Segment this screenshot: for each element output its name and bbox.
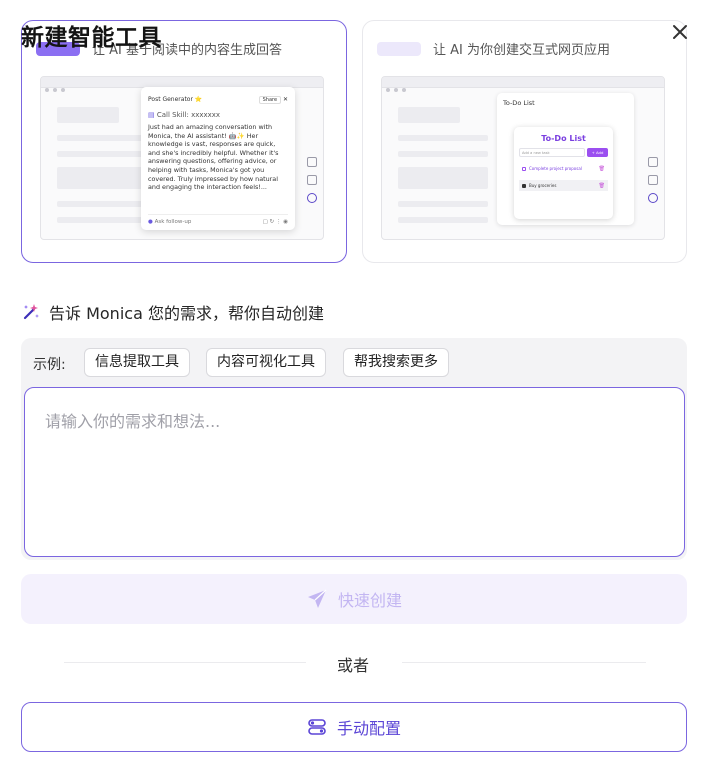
todo-heading: To-Do List [541, 134, 586, 143]
example-chip-info-extraction[interactable]: 信息提取工具 [84, 348, 190, 377]
quick-create-label: 快速创建 [337, 591, 402, 610]
post-generator-popup: Post Generator ⭐ Share ✕ ▤ Call Skill: x… [141, 87, 295, 230]
generated-post-text: Just had an amazing conversation with Mo… [148, 123, 279, 192]
send-icon [307, 589, 327, 608]
monica-icon [648, 193, 658, 203]
checkbox-icon [522, 167, 526, 171]
monica-icon [307, 193, 317, 203]
todo-app-card: To-Do List Add a new task + Add Complete… [514, 127, 613, 219]
example-chip-content-visualization[interactable]: 内容可视化工具 [206, 348, 326, 377]
examples-panel: 示例: 信息提取工具 内容可视化工具 帮我搜索更多 [21, 338, 687, 560]
footer-actions-icon: ▢ ↻ ⋮ ◉ [262, 219, 288, 225]
todo-app-window: To-Do List To-Do List Add a new task + A… [497, 93, 634, 225]
card-header: 让 AI 为你创建交互式网页应用 [377, 39, 610, 59]
dialog-title: 新建智能工具 [21, 25, 162, 51]
grid-icon [648, 175, 658, 185]
call-skill-label: ▤ Call Skill: xxxxxxx [148, 111, 221, 119]
tool-type-card-web-app[interactable]: 让 AI 为你创建交互式网页应用 To-Do List To-Do List A… [362, 20, 687, 263]
grid-icon [307, 175, 317, 185]
close-icon: ✕ [282, 95, 288, 103]
screenshot-icon [648, 157, 658, 167]
popup-title: Post Generator ⭐ [148, 95, 203, 103]
card-badge [377, 41, 421, 56]
task-input: Add a new task [519, 148, 585, 157]
todo-item: Buy groceries 🗑 [519, 180, 608, 191]
browser-bar [382, 77, 664, 92]
share-button: Share [258, 95, 282, 104]
ai-create-heading: 告诉 Monica 您的需求，帮你自动创建 [21, 301, 324, 323]
divider-right [402, 662, 646, 663]
magic-wand-icon [23, 304, 39, 320]
chat-icon: ● [148, 219, 153, 225]
window-title: To-Do List [503, 99, 535, 107]
screenshot-icon [307, 157, 317, 167]
new-tool-dialog: 新建智能工具 让 AI 基于阅读中的内容生成回答 Post Generator … [0, 0, 712, 776]
sidebar-toolbar [307, 157, 319, 211]
example-chip-search-more[interactable]: 帮我搜索更多 [343, 348, 449, 377]
settings-toggle-icon [308, 719, 326, 735]
popup-footer: ● Ask follow-up ▢ ↻ ⋮ ◉ [148, 214, 288, 225]
reading-assistant-preview: Post Generator ⭐ Share ✕ ▤ Call Skill: x… [40, 76, 324, 240]
close-button[interactable] [668, 20, 692, 44]
add-task-button: + Add [587, 148, 608, 157]
trash-icon: 🗑 [598, 165, 605, 172]
trash-icon: 🗑 [598, 182, 605, 189]
or-separator: 或者 [337, 656, 370, 675]
close-icon [673, 25, 687, 39]
manual-config-label: 手动配置 [336, 719, 401, 738]
tool-type-card-reading-assistant[interactable]: 让 AI 基于阅读中的内容生成回答 Post Generator ⭐ Share… [21, 20, 347, 263]
quick-create-button[interactable]: 快速创建 [21, 574, 687, 624]
requirement-input[interactable] [24, 387, 685, 557]
ai-create-heading-text: 告诉 Monica 您的需求，帮你自动创建 [49, 304, 324, 323]
document-icon: ▤ [148, 111, 155, 119]
divider-left [64, 662, 306, 663]
web-app-preview: To-Do List To-Do List Add a new task + A… [381, 76, 665, 240]
examples-label: 示例: [33, 357, 66, 373]
checkbox-checked-icon [522, 184, 526, 188]
todo-item: Complete project proposal 🗑 [519, 163, 608, 174]
sidebar-toolbar [648, 157, 660, 211]
manual-config-button[interactable]: 手动配置 [21, 702, 687, 752]
card-description: 让 AI 为你创建交互式网页应用 [433, 43, 610, 58]
